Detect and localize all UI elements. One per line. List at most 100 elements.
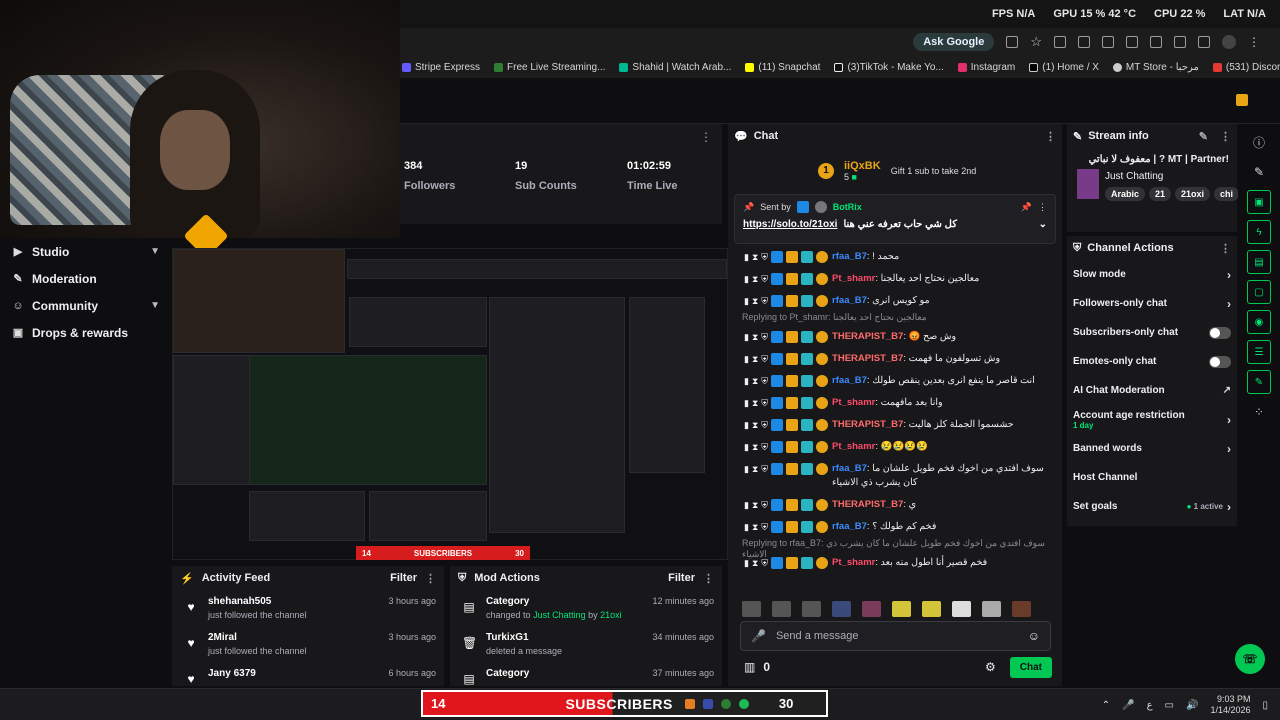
emote[interactable] [982, 601, 1001, 617]
chat-username[interactable]: Pt_shamr [832, 441, 875, 452]
emote[interactable] [832, 601, 851, 617]
app-icon[interactable] [684, 698, 695, 709]
chat-username[interactable]: rfaa_B7 [832, 463, 867, 474]
ban-icon[interactable]: ⛨ [761, 418, 768, 432]
emoji-icon[interactable]: ☺ [1028, 629, 1040, 643]
help-button[interactable]: ☏ [1235, 644, 1265, 674]
star-icon[interactable]: ☆ [1030, 34, 1042, 50]
wrench-icon[interactable]: ✎ [1247, 370, 1271, 394]
volume-icon[interactable]: 🔊 [1186, 700, 1198, 711]
timeout-icon[interactable]: ⧗ [752, 352, 758, 366]
key-icon[interactable] [1102, 36, 1114, 48]
emote[interactable] [1012, 601, 1031, 617]
unpin-icon[interactable]: 📌 [1021, 202, 1032, 213]
emote[interactable] [862, 601, 881, 617]
trash-icon[interactable]: ▮ [744, 352, 749, 366]
bookmark-item[interactable]: Free Live Streaming... [494, 62, 605, 73]
emote[interactable] [952, 601, 971, 617]
mic-icon[interactable]: 🎤 [751, 629, 766, 643]
nav-community[interactable]: ☺ Community ▼ [0, 292, 172, 319]
spotify-icon[interactable] [738, 698, 749, 709]
broadcast-icon[interactable]: ◉ [1247, 310, 1271, 334]
trash-icon[interactable]: ▮ [744, 520, 749, 534]
timeout-icon[interactable]: ⧗ [752, 440, 758, 454]
trash-icon[interactable]: ▮ [744, 462, 749, 476]
chat-icon[interactable]: ▢ [1247, 280, 1271, 304]
ban-icon[interactable]: ⛨ [761, 556, 768, 570]
info-icon[interactable]: ⓘ [1247, 130, 1271, 154]
trash-icon[interactable]: ▮ [744, 418, 749, 432]
chat-username[interactable]: rfaa_B7 [832, 251, 867, 262]
ban-icon[interactable]: ⛨ [761, 440, 768, 454]
chat-username[interactable]: rfaa_B7 [832, 295, 867, 306]
ban-icon[interactable]: ⛨ [761, 520, 768, 534]
timeout-icon[interactable]: ⧗ [752, 498, 758, 512]
extension-icon[interactable] [1054, 36, 1066, 48]
xbox-icon[interactable] [720, 698, 731, 709]
points-icon[interactable]: ▥ [744, 660, 755, 674]
more-icon[interactable]: ⋮ [703, 572, 714, 585]
bookmark-item[interactable]: (11) Snapchat [745, 62, 820, 73]
timeout-icon[interactable]: ⧗ [752, 294, 758, 308]
network-icon[interactable]: ▭ [1165, 700, 1174, 711]
more-icon[interactable]: ⋮ [1045, 130, 1056, 143]
chevron-up-icon[interactable]: ⌃ [1102, 700, 1110, 711]
bookmark-item[interactable]: (531) Discord | Frien... [1212, 62, 1280, 73]
chat-username[interactable]: Pt_shamr [832, 397, 875, 408]
filter-button[interactable]: Filter [668, 572, 695, 584]
more-icon[interactable]: ⋮ [1220, 242, 1231, 255]
chat-input[interactable]: 🎤 Send a message ☺ [740, 621, 1051, 651]
nav-studio[interactable]: ▶ Studio ▼ [0, 238, 172, 265]
channel-action-ai-chat-moderation[interactable]: AI Chat Moderation ↗ [1067, 376, 1237, 405]
card-icon[interactable] [1126, 36, 1138, 48]
avatar[interactable] [1222, 35, 1236, 49]
channel-action-banned-words[interactable]: Banned words › [1067, 434, 1237, 463]
kick-logo-icon[interactable] [1236, 94, 1248, 106]
tag[interactable]: 21 [1149, 187, 1172, 201]
timeout-icon[interactable]: ⧗ [752, 556, 758, 570]
emote[interactable] [892, 601, 911, 617]
ban-icon[interactable]: ⛨ [761, 330, 768, 344]
gear-icon[interactable]: ⚙ [985, 660, 996, 674]
toggle-switch[interactable] [1209, 355, 1231, 368]
chat-username[interactable]: THERAPIST_B7 [832, 353, 903, 364]
eye-off-icon[interactable] [1006, 36, 1019, 48]
dots-icon[interactable]: ⁘ [1247, 400, 1271, 424]
emote[interactable] [742, 601, 761, 617]
ban-icon[interactable]: ⛨ [761, 498, 768, 512]
link-icon[interactable] [1174, 36, 1186, 48]
channel-action-slow-mode[interactable]: Slow mode › [1067, 260, 1237, 289]
ask-google-button[interactable]: Ask Google [913, 33, 995, 51]
chat-username[interactable]: rfaa_B7 [832, 375, 867, 386]
more-icon[interactable]: ⋮ [1220, 130, 1231, 143]
clock[interactable]: 9:03 PM 1/14/2026 [1210, 694, 1250, 716]
edit-icon[interactable]: ✎ [1199, 130, 1208, 143]
tag[interactable]: chi [1214, 187, 1240, 201]
timeout-icon[interactable]: ⧗ [752, 330, 758, 344]
nav-drops-rewards[interactable]: ▣ Drops & rewards [0, 319, 172, 346]
trash-icon[interactable]: ▮ [744, 374, 749, 388]
notification-icon[interactable]: ▯ [1262, 700, 1268, 711]
timeout-icon[interactable]: ⧗ [752, 250, 758, 264]
more-icon[interactable]: ⋮ [425, 572, 436, 585]
toggle-switch[interactable] [1209, 326, 1231, 339]
bookmark-item[interactable]: MT Store - مرحبا [1112, 62, 1199, 73]
ban-icon[interactable]: ⛨ [761, 294, 768, 308]
channel-action-set-goals[interactable]: Set goals ● 1 active › [1067, 492, 1237, 521]
app-icon[interactable] [702, 698, 713, 709]
channel-action-host-channel[interactable]: Host Channel [1067, 463, 1237, 492]
lightning-icon[interactable]: ϟ [1247, 220, 1271, 244]
mic-icon[interactable]: 🎤 [1122, 700, 1134, 711]
nav-moderation[interactable]: ✎ Moderation [0, 265, 172, 292]
pinned-link[interactable]: https://solo.to/21oxi [743, 219, 837, 230]
chat-username[interactable]: THERAPIST_B7 [832, 499, 903, 510]
language-indicator[interactable]: ع [1147, 700, 1153, 711]
ban-icon[interactable]: ⛨ [761, 462, 768, 476]
emote[interactable] [772, 601, 791, 617]
ban-icon[interactable]: ⛨ [761, 396, 768, 410]
chat-username[interactable]: rfaa_B7 [832, 521, 867, 532]
emote[interactable] [922, 601, 941, 617]
more-icon[interactable]: ⋮ [700, 130, 712, 144]
filter-button[interactable]: Filter [390, 572, 417, 584]
timeout-icon[interactable]: ⧗ [752, 272, 758, 286]
